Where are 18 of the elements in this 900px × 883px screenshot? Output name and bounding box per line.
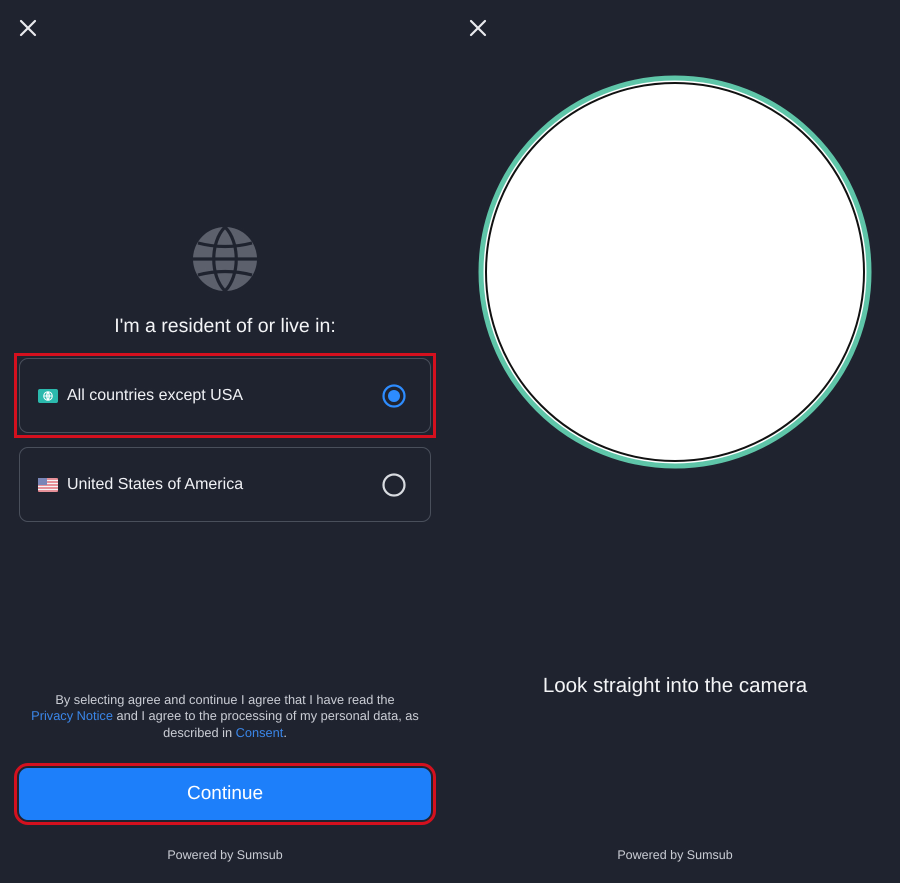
flag-icon xyxy=(38,478,58,492)
heading: I'm a resident of or live in: xyxy=(114,315,336,338)
powered-by-text: Powered by Sumsub xyxy=(617,848,733,862)
instruction-text: Look straight into the camera xyxy=(542,674,808,698)
close-icon[interactable] xyxy=(469,19,487,37)
close-icon[interactable] xyxy=(19,19,37,37)
option-label: All countries except USA xyxy=(67,386,244,404)
continue-button[interactable]: Continue xyxy=(19,768,431,820)
consent-text: By selecting agree and continue I agree that I have read the Privacy Notice and I agree to the processing of my personal data, as described in Consent. xyxy=(30,692,420,741)
link[interactable]: Consent xyxy=(236,724,284,740)
powered-by-text: Powered by Sumsub xyxy=(167,848,283,862)
globe-icon xyxy=(38,388,58,402)
link[interactable]: Privacy Notice xyxy=(31,708,113,723)
country-option[interactable]: All countries except USA xyxy=(19,358,431,433)
radio-button[interactable] xyxy=(382,384,406,408)
globe-icon xyxy=(192,226,258,292)
country-option[interactable]: United States of America xyxy=(19,447,431,522)
option-label: United States of America xyxy=(67,476,244,494)
